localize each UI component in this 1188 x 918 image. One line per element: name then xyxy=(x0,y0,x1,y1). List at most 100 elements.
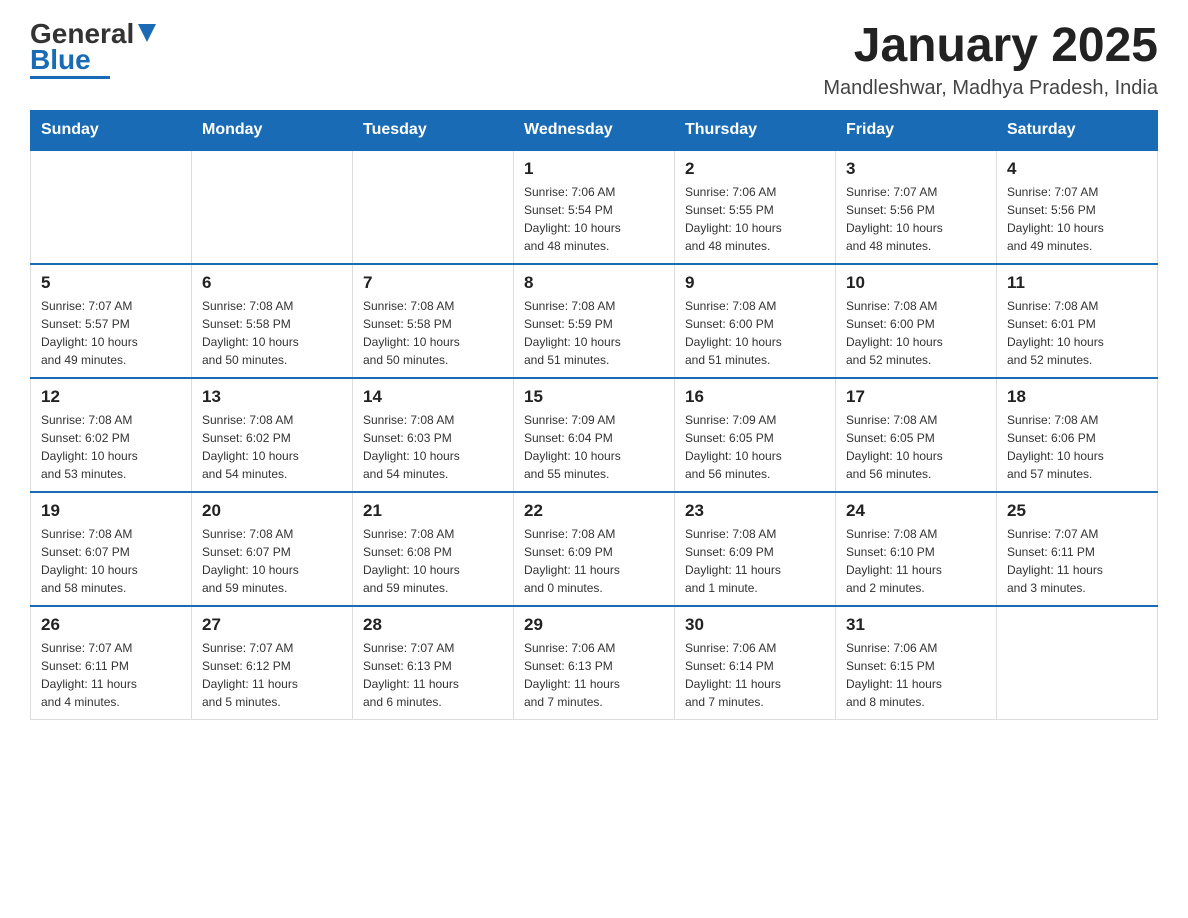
day-number: 22 xyxy=(524,501,664,521)
day-number: 5 xyxy=(41,273,181,293)
calendar-cell: 19Sunrise: 7:08 AM Sunset: 6:07 PM Dayli… xyxy=(31,492,192,606)
day-number: 12 xyxy=(41,387,181,407)
day-number: 11 xyxy=(1007,273,1147,293)
day-info: Sunrise: 7:07 AM Sunset: 6:11 PM Dayligh… xyxy=(41,639,181,711)
calendar-cell: 10Sunrise: 7:08 AM Sunset: 6:00 PM Dayli… xyxy=(836,264,997,378)
calendar-cell xyxy=(353,150,514,264)
calendar-cell: 24Sunrise: 7:08 AM Sunset: 6:10 PM Dayli… xyxy=(836,492,997,606)
weekday-header-saturday: Saturday xyxy=(997,110,1158,150)
day-info: Sunrise: 7:08 AM Sunset: 6:00 PM Dayligh… xyxy=(685,297,825,369)
day-info: Sunrise: 7:08 AM Sunset: 6:08 PM Dayligh… xyxy=(363,525,503,597)
calendar-cell: 31 Sunrise: 7:06 AM Sunset: 6:15 PM Dayli… xyxy=(836,606,997,720)
day-info: Sunrise: 7:08 AM Sunset: 6:09 PM Dayligh… xyxy=(524,525,664,597)
calendar-week-4: 19Sunrise: 7:08 AM Sunset: 6:07 PM Dayli… xyxy=(31,492,1158,606)
day-number: 1 xyxy=(524,159,664,179)
day-number: 29 xyxy=(524,615,664,635)
calendar-cell: 22 Sunrise: 7:08 AM Sunset: 6:09 PM Dayli… xyxy=(514,492,675,606)
day-info: Sunrise: 7:07 AM Sunset: 6:12 PM Dayligh… xyxy=(202,639,342,711)
calendar-cell: 14 Sunrise: 7:08 AM Sunset: 6:03 PM Dayli… xyxy=(353,378,514,492)
day-number: 20 xyxy=(202,501,342,521)
day-info: Sunrise: 7:08 AM Sunset: 6:07 PM Dayligh… xyxy=(41,525,181,597)
calendar-cell xyxy=(997,606,1158,720)
calendar-cell: 3 Sunrise: 7:07 AM Sunset: 5:56 PM Daylig… xyxy=(836,150,997,264)
logo-triangle-icon xyxy=(138,24,156,44)
logo-text-blue: Blue xyxy=(30,46,91,74)
weekday-header-tuesday: Tuesday xyxy=(353,110,514,150)
calendar-header: SundayMondayTuesdayWednesdayThursdayFrid… xyxy=(31,110,1158,150)
calendar-cell: 7 Sunrise: 7:08 AM Sunset: 5:58 PM Daylig… xyxy=(353,264,514,378)
day-info: Sunrise: 7:06 AM Sunset: 5:55 PM Dayligh… xyxy=(685,183,825,255)
day-number: 7 xyxy=(363,273,503,293)
day-info: Sunrise: 7:06 AM Sunset: 6:13 PM Dayligh… xyxy=(524,639,664,711)
calendar-cell: 2 Sunrise: 7:06 AM Sunset: 5:55 PM Daylig… xyxy=(675,150,836,264)
day-number: 25 xyxy=(1007,501,1147,521)
day-number: 30 xyxy=(685,615,825,635)
day-number: 17 xyxy=(846,387,986,407)
day-info: Sunrise: 7:08 AM Sunset: 6:10 PM Dayligh… xyxy=(846,525,986,597)
weekday-header-thursday: Thursday xyxy=(675,110,836,150)
day-info: Sunrise: 7:08 AM Sunset: 6:02 PM Dayligh… xyxy=(202,411,342,483)
calendar-week-2: 5Sunrise: 7:07 AM Sunset: 5:57 PM Daylig… xyxy=(31,264,1158,378)
calendar-week-3: 12 Sunrise: 7:08 AM Sunset: 6:02 PM Dayli… xyxy=(31,378,1158,492)
weekday-header-row: SundayMondayTuesdayWednesdayThursdayFrid… xyxy=(31,110,1158,150)
title-section: January 2025 Mandleshwar, Madhya Pradesh… xyxy=(823,20,1158,100)
day-number: 27 xyxy=(202,615,342,635)
day-info: Sunrise: 7:06 AM Sunset: 6:14 PM Dayligh… xyxy=(685,639,825,711)
day-info: Sunrise: 7:08 AM Sunset: 6:00 PM Dayligh… xyxy=(846,297,986,369)
day-number: 18 xyxy=(1007,387,1147,407)
calendar-cell: 23 Sunrise: 7:08 AM Sunset: 6:09 PM Dayli… xyxy=(675,492,836,606)
day-number: 21 xyxy=(363,501,503,521)
calendar-cell: 30 Sunrise: 7:06 AM Sunset: 6:14 PM Dayli… xyxy=(675,606,836,720)
day-info: Sunrise: 7:06 AM Sunset: 5:54 PM Dayligh… xyxy=(524,183,664,255)
month-title: January 2025 xyxy=(823,20,1158,73)
day-number: 9 xyxy=(685,273,825,293)
calendar-cell: 17 Sunrise: 7:08 AM Sunset: 6:05 PM Dayli… xyxy=(836,378,997,492)
calendar-table: SundayMondayTuesdayWednesdayThursdayFrid… xyxy=(30,110,1158,720)
calendar-body: 1 Sunrise: 7:06 AM Sunset: 5:54 PM Daylig… xyxy=(31,150,1158,720)
day-info: Sunrise: 7:07 AM Sunset: 6:13 PM Dayligh… xyxy=(363,639,503,711)
day-number: 28 xyxy=(363,615,503,635)
calendar-cell: 9 Sunrise: 7:08 AM Sunset: 6:00 PM Daylig… xyxy=(675,264,836,378)
location-subtitle: Mandleshwar, Madhya Pradesh, India xyxy=(823,77,1158,100)
logo: General Blue xyxy=(30,20,156,79)
calendar-cell: 18Sunrise: 7:08 AM Sunset: 6:06 PM Dayli… xyxy=(997,378,1158,492)
calendar-week-5: 26 Sunrise: 7:07 AM Sunset: 6:11 PM Dayli… xyxy=(31,606,1158,720)
calendar-cell: 13 Sunrise: 7:08 AM Sunset: 6:02 PM Dayli… xyxy=(192,378,353,492)
day-number: 23 xyxy=(685,501,825,521)
calendar-cell: 20 Sunrise: 7:08 AM Sunset: 6:07 PM Dayli… xyxy=(192,492,353,606)
day-number: 8 xyxy=(524,273,664,293)
day-info: Sunrise: 7:08 AM Sunset: 6:07 PM Dayligh… xyxy=(202,525,342,597)
day-info: Sunrise: 7:08 AM Sunset: 5:59 PM Dayligh… xyxy=(524,297,664,369)
day-number: 14 xyxy=(363,387,503,407)
day-number: 31 xyxy=(846,615,986,635)
logo-underline xyxy=(30,76,110,79)
calendar-cell: 8 Sunrise: 7:08 AM Sunset: 5:59 PM Daylig… xyxy=(514,264,675,378)
day-number: 6 xyxy=(202,273,342,293)
day-info: Sunrise: 7:06 AM Sunset: 6:15 PM Dayligh… xyxy=(846,639,986,711)
day-info: Sunrise: 7:07 AM Sunset: 5:56 PM Dayligh… xyxy=(846,183,986,255)
calendar-cell: 27 Sunrise: 7:07 AM Sunset: 6:12 PM Dayli… xyxy=(192,606,353,720)
day-info: Sunrise: 7:08 AM Sunset: 6:05 PM Dayligh… xyxy=(846,411,986,483)
day-info: Sunrise: 7:08 AM Sunset: 5:58 PM Dayligh… xyxy=(202,297,342,369)
calendar-cell: 4 Sunrise: 7:07 AM Sunset: 5:56 PM Daylig… xyxy=(997,150,1158,264)
page-header: General Blue January 2025 Mandleshwar, M… xyxy=(30,20,1158,100)
day-info: Sunrise: 7:08 AM Sunset: 5:58 PM Dayligh… xyxy=(363,297,503,369)
weekday-header-friday: Friday xyxy=(836,110,997,150)
day-info: Sunrise: 7:07 AM Sunset: 6:11 PM Dayligh… xyxy=(1007,525,1147,597)
day-info: Sunrise: 7:09 AM Sunset: 6:05 PM Dayligh… xyxy=(685,411,825,483)
calendar-cell: 6 Sunrise: 7:08 AM Sunset: 5:58 PM Daylig… xyxy=(192,264,353,378)
day-number: 3 xyxy=(846,159,986,179)
calendar-cell: 16Sunrise: 7:09 AM Sunset: 6:05 PM Dayli… xyxy=(675,378,836,492)
day-info: Sunrise: 7:08 AM Sunset: 6:03 PM Dayligh… xyxy=(363,411,503,483)
calendar-cell: 28 Sunrise: 7:07 AM Sunset: 6:13 PM Dayli… xyxy=(353,606,514,720)
day-info: Sunrise: 7:07 AM Sunset: 5:56 PM Dayligh… xyxy=(1007,183,1147,255)
day-info: Sunrise: 7:08 AM Sunset: 6:02 PM Dayligh… xyxy=(41,411,181,483)
day-number: 13 xyxy=(202,387,342,407)
day-number: 2 xyxy=(685,159,825,179)
day-number: 26 xyxy=(41,615,181,635)
day-number: 4 xyxy=(1007,159,1147,179)
calendar-cell: 5Sunrise: 7:07 AM Sunset: 5:57 PM Daylig… xyxy=(31,264,192,378)
day-info: Sunrise: 7:08 AM Sunset: 6:01 PM Dayligh… xyxy=(1007,297,1147,369)
day-info: Sunrise: 7:08 AM Sunset: 6:09 PM Dayligh… xyxy=(685,525,825,597)
calendar-cell xyxy=(192,150,353,264)
